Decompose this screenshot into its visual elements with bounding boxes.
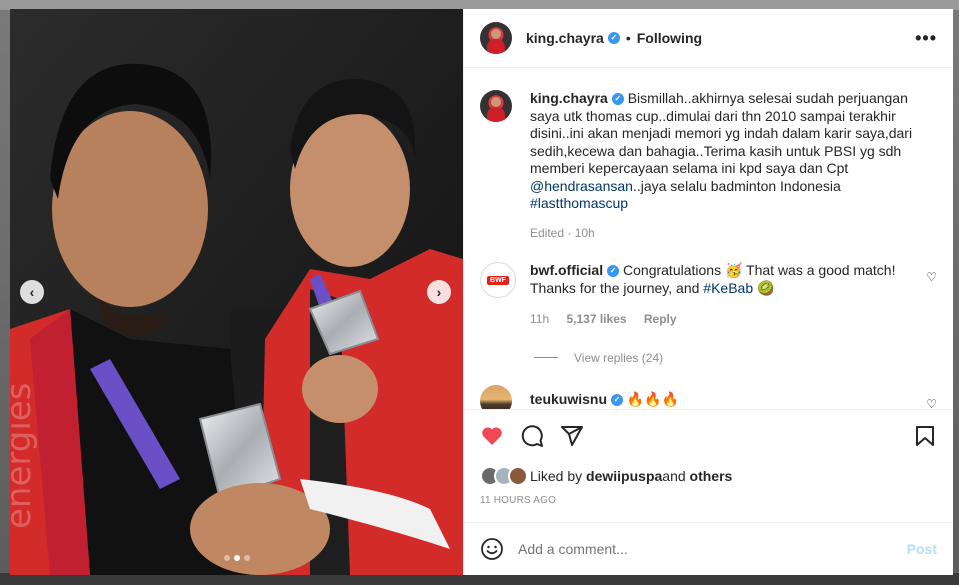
more-options-icon[interactable]: ••• <box>915 28 937 49</box>
emoji-picker-icon[interactable] <box>480 537 504 561</box>
comment-like-heart-icon[interactable]: ♡ <box>926 270 937 284</box>
add-comment-input[interactable] <box>518 541 907 557</box>
verified-badge-icon: ✓ <box>611 393 624 406</box>
caption-avatar[interactable] <box>480 90 512 122</box>
comment-hashtag-link[interactable]: #KeBab <box>703 280 753 296</box>
previous-photo-button[interactable]: ‹ <box>20 280 44 304</box>
post-comment-button[interactable]: Post <box>907 541 937 557</box>
comment-time: 11h <box>530 312 550 326</box>
carousel-dot-active <box>233 555 240 561</box>
verified-badge-icon: ✓ <box>611 93 624 106</box>
post-side-panel: king.chayra ✓ • Following ••• king.chayr… <box>463 9 953 575</box>
comment-item: teukuwisnu ✓ 🔥🔥🔥 ♡ <box>480 384 937 410</box>
view-replies-button[interactable]: View replies (24) <box>534 351 937 365</box>
post-modal: energies ‹ › king.chayra ✓ • Following •… <box>10 9 953 575</box>
comment-avatar[interactable]: BWF <box>480 262 516 298</box>
kiwi-emoji: 🥝 <box>757 279 775 296</box>
party-emoji: 🥳 <box>724 262 743 278</box>
caption-text-2: ..jaya selalu badminton Indonesia <box>632 177 841 194</box>
following-button[interactable]: Following <box>637 30 702 46</box>
share-icon[interactable] <box>560 424 584 448</box>
verified-badge-icon: ✓ <box>607 265 620 278</box>
svg-text:energies: energies <box>10 383 39 529</box>
post-header: king.chayra ✓ • Following ••• <box>464 9 953 68</box>
carousel-dot <box>223 555 230 561</box>
post-photo-illustration: energies <box>10 9 463 575</box>
caption-mention-link[interactable]: @hendrasansan <box>530 178 633 194</box>
comment-likes-count[interactable]: 5,137 likes <box>566 312 626 326</box>
post-actions-bar <box>464 409 953 461</box>
header-bullet: • <box>625 30 631 46</box>
liked-by-prefix: Liked by <box>530 468 583 484</box>
add-comment-bar: Post <box>464 522 953 575</box>
likes-summary: Liked by dewiipuspa and others <box>464 461 953 491</box>
caption: king.chayra ✓ Bismillah..akhirnya selesai… <box>480 90 937 242</box>
comment-username[interactable]: bwf.official <box>530 262 603 278</box>
carousel-dots <box>10 555 463 561</box>
liker-avatars[interactable] <box>480 466 528 486</box>
next-photo-button[interactable]: › <box>427 280 451 304</box>
liked-by-mid: and <box>662 468 686 484</box>
comment-username[interactable]: teukuwisnu <box>530 391 607 407</box>
bwf-logo-text: BWF <box>487 275 509 285</box>
author-username[interactable]: king.chayra <box>526 30 604 46</box>
like-heart-icon[interactable] <box>480 424 504 448</box>
reply-button[interactable]: Reply <box>644 312 677 326</box>
comment-like-heart-icon[interactable]: ♡ <box>926 397 937 410</box>
liked-by-user[interactable]: dewiipuspa <box>586 468 662 484</box>
fire-emoji: 🔥🔥🔥 <box>626 390 680 407</box>
bookmark-icon[interactable] <box>913 424 937 448</box>
caption-username[interactable]: king.chayra <box>530 90 608 106</box>
comment-avatar[interactable] <box>480 384 512 409</box>
caption-meta: Edited · 10h <box>530 225 595 240</box>
comments-list[interactable]: king.chayra ✓ Bismillah..akhirnya selesai… <box>464 68 953 409</box>
comment-text-1: Congratulations <box>623 262 725 278</box>
post-photo: energies ‹ › <box>10 9 463 575</box>
post-timestamp: 11 HOURS AGO <box>480 495 557 506</box>
author-avatar[interactable] <box>480 22 512 54</box>
caption-hashtag-link[interactable]: #lastthomascup <box>530 195 628 211</box>
carousel-dot <box>243 555 250 561</box>
comment-item: BWF bwf.official ✓ Congratulations 🥳 That… <box>480 262 937 329</box>
view-replies-label: View replies (24) <box>574 350 664 365</box>
verified-badge-icon: ✓ <box>607 32 620 44</box>
comment-icon[interactable] <box>520 424 544 448</box>
liked-by-others[interactable]: others <box>690 468 733 484</box>
